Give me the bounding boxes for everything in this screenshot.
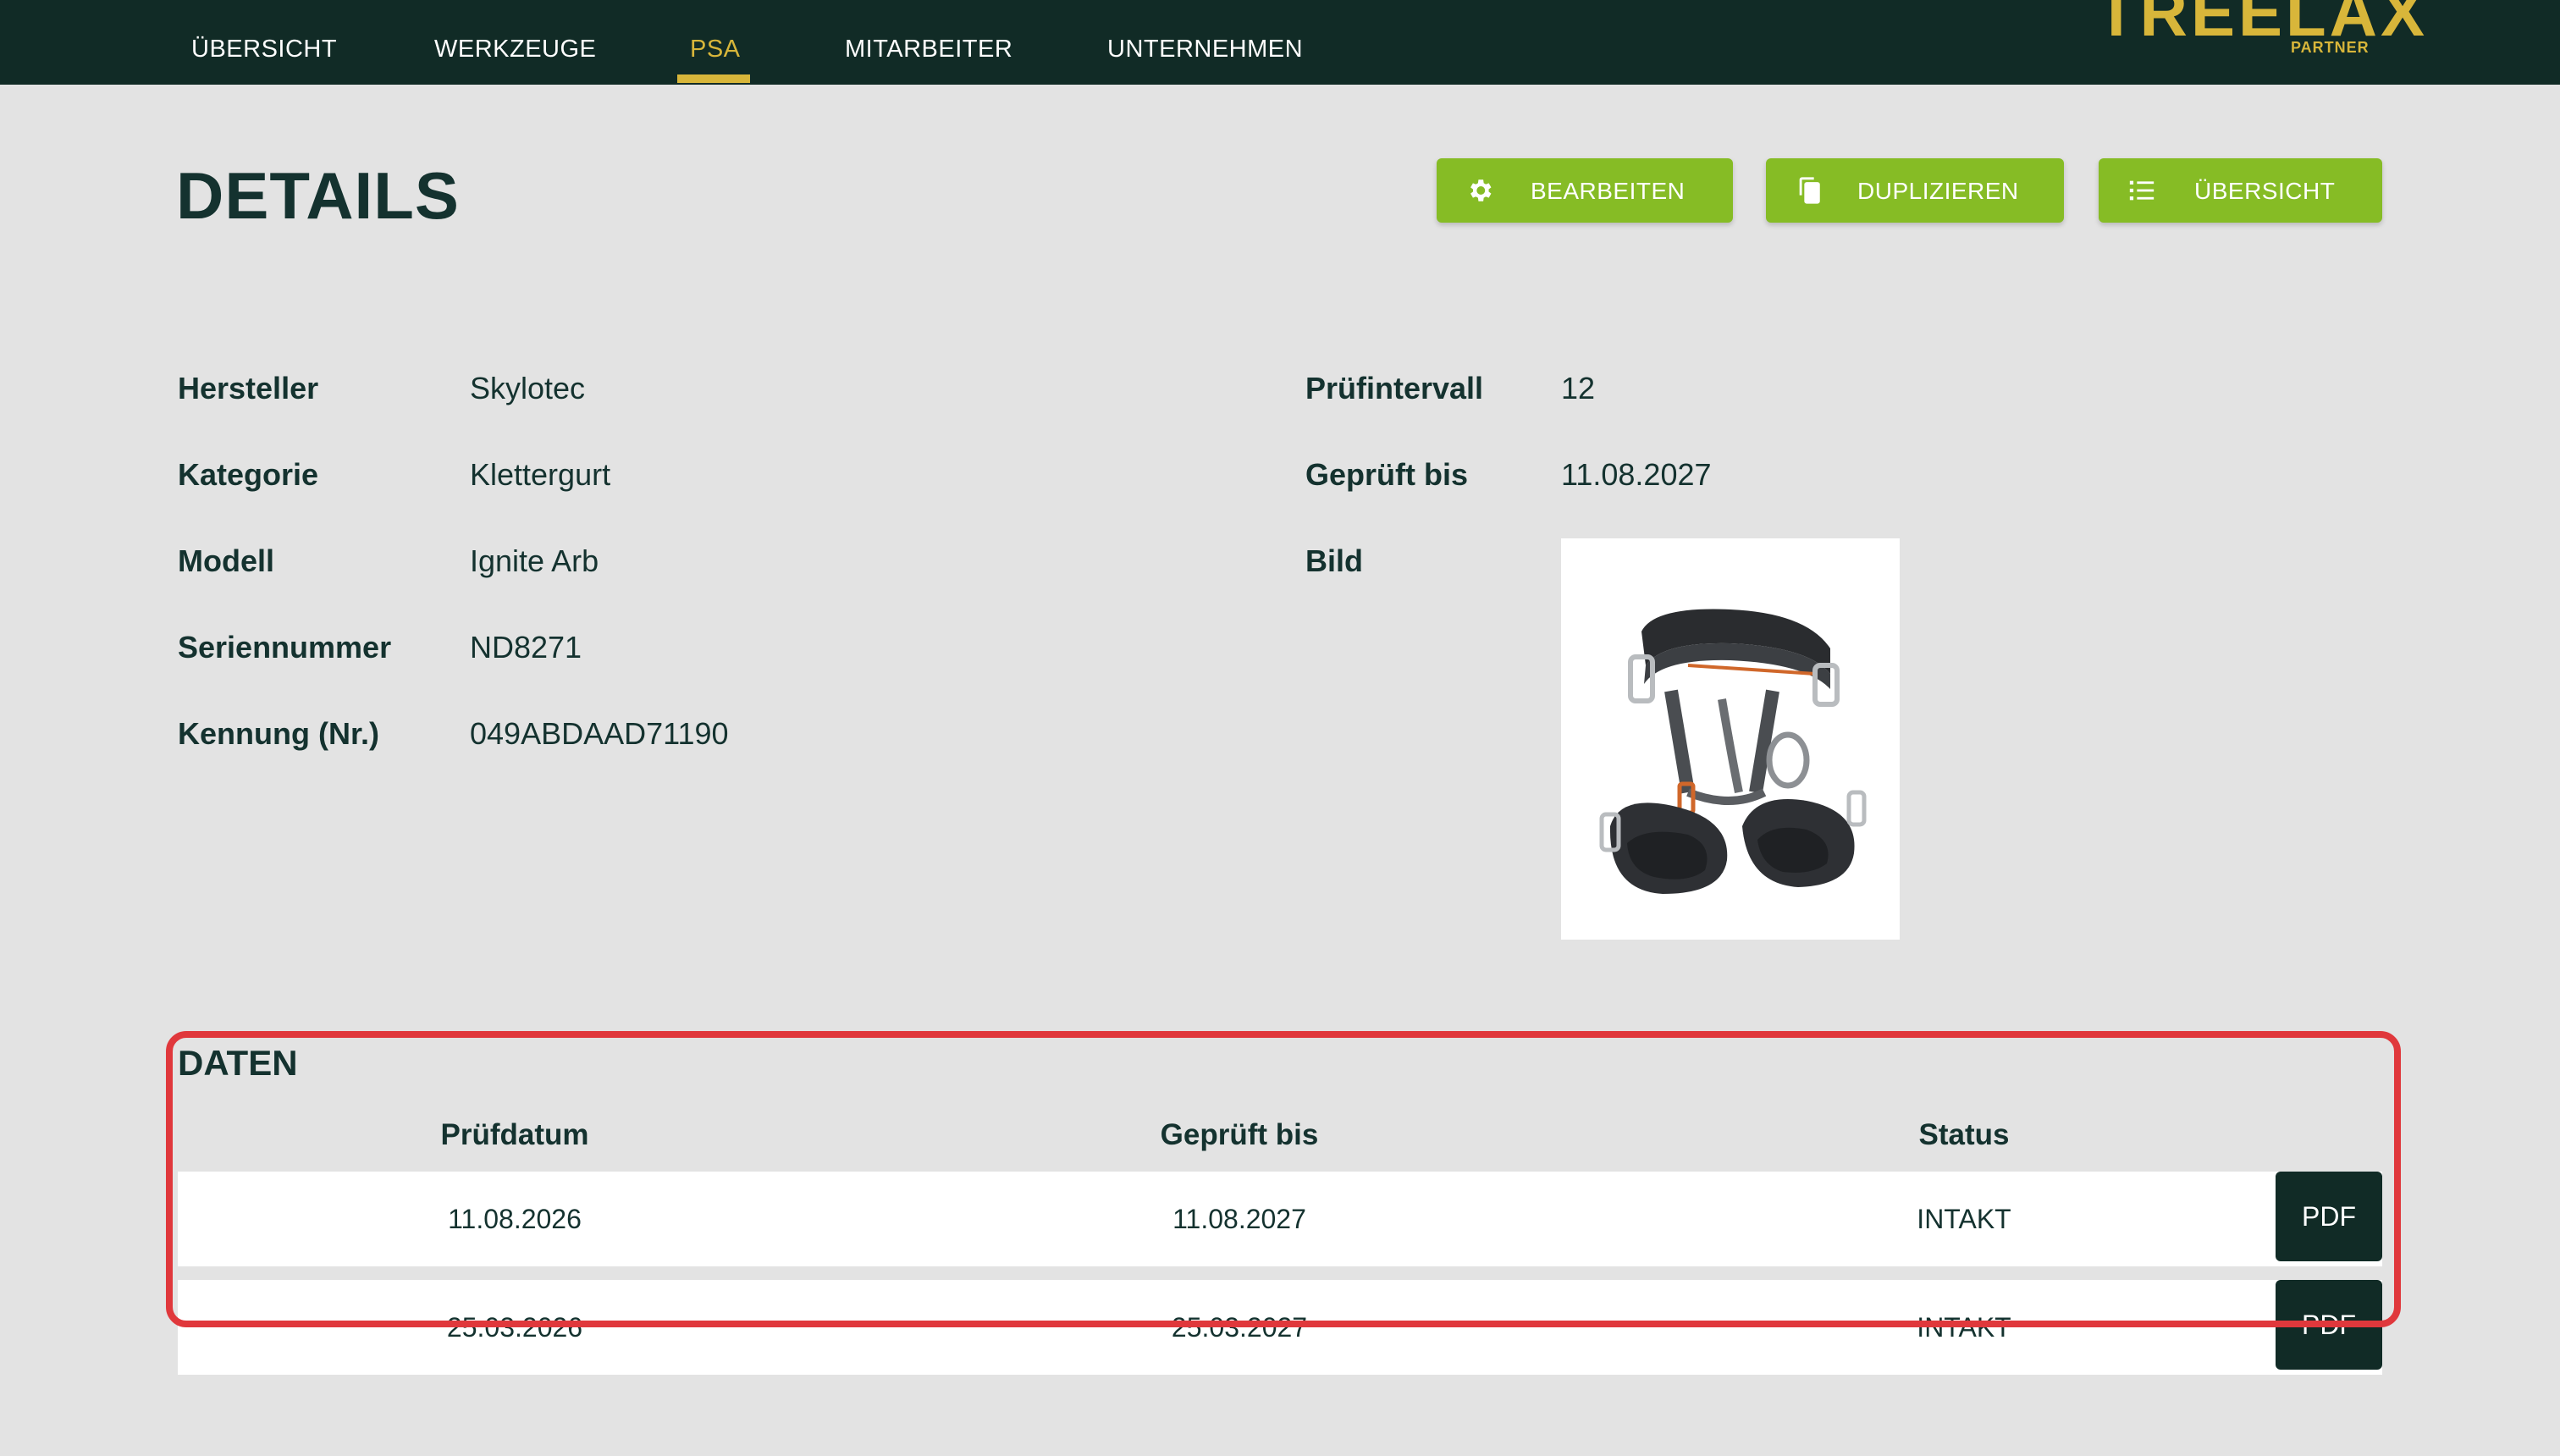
gear-icon [1470, 179, 1492, 201]
product-image[interactable] [1561, 538, 1900, 940]
value-hersteller: Skylotec [470, 371, 586, 405]
value-geprueft-bis: 11.08.2027 [1561, 457, 1712, 492]
brand-logo-subtitle: PARTNER [2291, 39, 2370, 56]
label-modell: Modell [178, 543, 274, 578]
label-kategorie: Kategorie [178, 457, 319, 492]
cell-pruefdatum: 11.08.2026 [448, 1204, 582, 1234]
page-title: DETAILS [176, 158, 460, 233]
cell-status: INTAKT [1917, 1312, 2011, 1343]
section-title-daten: DATEN [178, 1043, 298, 1083]
nav-item-werkzeuge[interactable]: WERKZEUGE [434, 34, 596, 64]
edit-button-label: BEARBEITEN [1531, 178, 1686, 204]
value-seriennummer: ND8271 [470, 630, 582, 665]
overview-button-label: ÜBERSICHT [2194, 178, 2336, 204]
copy-icon [1799, 177, 1820, 204]
column-header-pruefdatum: Prüfdatum [440, 1118, 589, 1151]
table-row: 11.08.2026 11.08.2027 INTAKT PDF [178, 1172, 2382, 1266]
value-kennung: 049ABDAAD71190 [470, 716, 729, 751]
cell-geprueft-bis: 25.03.2027 [1171, 1312, 1308, 1343]
top-navigation-bar: ÜBERSICHT WERKZEUGE PSA MITARBEITER UNTE… [0, 0, 2560, 85]
brand-logo[interactable]: TREELAX [2096, 0, 2428, 51]
cell-pruefdatum: 25.03.2026 [446, 1312, 583, 1343]
label-bild: Bild [1305, 543, 1363, 578]
duplicate-button[interactable]: DUPLIZIEREN [1766, 158, 2064, 223]
column-header-status: Status [1918, 1118, 2010, 1151]
pdf-button[interactable]: PDF [2276, 1280, 2382, 1370]
overview-button[interactable]: ÜBERSICHT [2099, 158, 2382, 223]
climbing-harness-illustration [1599, 609, 1867, 894]
nav-item-mitarbeiter[interactable]: MITARBEITER [845, 34, 1012, 64]
label-seriennummer: Seriennummer [178, 630, 392, 665]
nav-item-uebersicht[interactable]: ÜBERSICHT [191, 34, 337, 64]
table-row: 25.03.2026 25.03.2027 INTAKT PDF [178, 1280, 2382, 1375]
list-icon [2129, 180, 2154, 201]
value-modell: Ignite Arb [470, 543, 599, 578]
label-pruefintervall: Prüfintervall [1305, 371, 1484, 405]
cell-status: INTAKT [1917, 1204, 2011, 1234]
nav-active-indicator [677, 74, 750, 83]
label-hersteller: Hersteller [178, 371, 319, 405]
value-kategorie: Klettergurt [470, 457, 611, 492]
column-header-geprueft-bis: Geprüft bis [1160, 1118, 1319, 1151]
nav-item-unternehmen[interactable]: UNTERNEHMEN [1107, 34, 1303, 64]
nav-item-psa[interactable]: PSA [690, 34, 741, 64]
cell-geprueft-bis: 11.08.2027 [1172, 1204, 1306, 1234]
duplicate-button-label: DUPLIZIEREN [1857, 178, 2019, 204]
pdf-button[interactable]: PDF [2276, 1172, 2382, 1261]
label-kennung: Kennung (Nr.) [178, 716, 379, 751]
edit-button[interactable]: BEARBEITEN [1437, 158, 1733, 223]
value-pruefintervall: 12 [1561, 371, 1596, 405]
label-geprueft-bis: Geprüft bis [1305, 457, 1469, 492]
